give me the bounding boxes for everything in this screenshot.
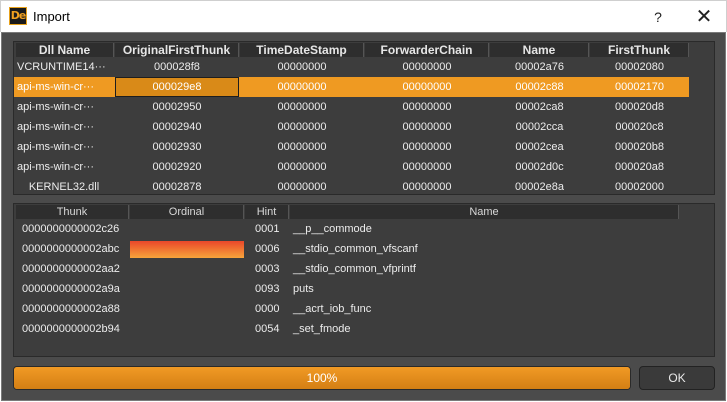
- table-row[interactable]: api-ms-win-cr··· 00002950 00000000 00000…: [14, 97, 689, 117]
- window-title: Import: [33, 9, 70, 24]
- original-first-thunk-cell: 000029e8: [115, 77, 239, 97]
- name-cell: 00002a76: [515, 61, 564, 73]
- time-date-stamp-cell: 00000000: [277, 61, 327, 73]
- forwarder-chain-cell: 00000000: [402, 141, 452, 153]
- original-first-thunk-cell: 00002950: [152, 101, 202, 113]
- function-name-cell: __stdio_common_vfscanf: [293, 243, 418, 255]
- hint-cell: 0054: [255, 323, 280, 335]
- dll-name-cell: api-ms-win-cr···: [17, 101, 94, 113]
- column-header-first-thunk[interactable]: FirstThunk: [590, 43, 689, 57]
- time-date-stamp-cell: 00000000: [277, 101, 327, 113]
- table-row[interactable]: KERNEL32.dll 00002878 00000000 00000000 …: [14, 177, 689, 194]
- function-import-table[interactable]: Thunk Ordinal Hint Name 0000000000002c26…: [13, 203, 715, 357]
- original-first-thunk-cell: 00002920: [152, 161, 202, 173]
- dll-import-table[interactable]: Dll Name OriginalFirstThunk TimeDateStam…: [13, 41, 715, 195]
- first-thunk-cell: 00002080: [615, 61, 664, 73]
- column-header-thunk[interactable]: Thunk: [16, 205, 129, 219]
- name-cell: 00002cea: [515, 141, 564, 153]
- ok-button[interactable]: OK: [639, 366, 715, 390]
- hint-cell: 0006: [255, 243, 280, 255]
- column-header-name[interactable]: Name: [490, 43, 589, 57]
- time-date-stamp-cell: 00000000: [277, 121, 327, 133]
- hint-cell: 0093: [255, 283, 280, 295]
- name-cell: 00002ca8: [515, 101, 564, 113]
- table-row[interactable]: 0000000000002a9a 0093 puts: [14, 279, 704, 299]
- forwarder-chain-cell: 00000000: [402, 121, 452, 133]
- first-thunk-cell: 000020c8: [615, 121, 664, 133]
- function-name-cell: __p__commode: [293, 223, 372, 235]
- hint-cell: 0000: [255, 303, 280, 315]
- table-row[interactable]: 0000000000002b94 0054 _set_fmode: [14, 319, 704, 339]
- first-thunk-cell: 000020b8: [615, 141, 664, 153]
- import-progress-bar: 100%: [13, 366, 631, 390]
- dll-name-cell: api-ms-win-cr···: [17, 81, 94, 93]
- column-header-original-first-thunk[interactable]: OriginalFirstThunk: [115, 43, 239, 57]
- table-row[interactable]: api-ms-win-cr··· 00002930 00000000 00000…: [14, 137, 689, 157]
- time-date-stamp-cell: 00000000: [277, 141, 327, 153]
- forwarder-chain-cell: 00000000: [402, 101, 452, 113]
- column-header-forwarder-chain[interactable]: ForwarderChain: [365, 43, 489, 57]
- column-header-dll-name[interactable]: Dll Name: [16, 43, 114, 57]
- column-header-time-date-stamp[interactable]: TimeDateStamp: [240, 43, 364, 57]
- table-row[interactable]: api-ms-win-cr··· 00002920 00000000 00000…: [14, 157, 689, 177]
- name-cell: 00002cca: [515, 121, 564, 133]
- time-date-stamp-cell: 00000000: [277, 181, 327, 193]
- function-name-cell: __stdio_common_vfprintf: [293, 263, 416, 275]
- time-date-stamp-cell: 00000000: [277, 81, 327, 93]
- dll-name-cell: api-ms-win-cr···: [17, 161, 94, 173]
- ordinal-highlight-bar: [130, 241, 244, 258]
- thunk-cell: 0000000000002aa2: [22, 263, 120, 275]
- original-first-thunk-cell: 000028f8: [154, 61, 200, 73]
- thunk-cell: 0000000000002abc: [22, 243, 120, 255]
- name-cell: 00002e8a: [515, 181, 564, 193]
- function-name-cell: _set_fmode: [293, 323, 351, 335]
- table-row[interactable]: 0000000000002c26 0001 __p__commode: [14, 219, 704, 239]
- first-thunk-cell: 00002170: [615, 81, 664, 93]
- close-button[interactable]: ✕: [691, 5, 717, 29]
- forwarder-chain-cell: 00000000: [402, 61, 452, 73]
- function-name-cell: __acrt_iob_func: [293, 303, 372, 315]
- forwarder-chain-cell: 00000000: [402, 181, 452, 193]
- dll-name-cell: api-ms-win-cr···: [17, 121, 94, 133]
- table-row[interactable]: VCRUNTIME14··· 000028f8 00000000 0000000…: [14, 57, 689, 77]
- table-row[interactable]: 0000000000002a88 0000 __acrt_iob_func: [14, 299, 704, 319]
- progress-label: 100%: [306, 371, 338, 385]
- forwarder-chain-cell: 00000000: [402, 161, 452, 173]
- help-button[interactable]: ?: [646, 5, 670, 29]
- dll-name-cell: KERNEL32.dll: [28, 181, 100, 193]
- thunk-cell: 0000000000002c26: [22, 223, 120, 235]
- first-thunk-cell: 000020a8: [615, 161, 664, 173]
- dialog-body: Dll Name OriginalFirstThunk TimeDateStam…: [1, 32, 726, 401]
- app-icon: De: [9, 7, 27, 25]
- function-name-cell: puts: [293, 283, 314, 295]
- dll-name-cell: api-ms-win-cr···: [17, 141, 94, 153]
- column-header-ordinal[interactable]: Ordinal: [130, 205, 244, 219]
- first-thunk-cell: 00002000: [615, 181, 664, 193]
- table-row[interactable]: api-ms-win-cr··· 00002940 00000000 00000…: [14, 117, 689, 137]
- column-header-function-name[interactable]: Name: [290, 205, 679, 219]
- thunk-cell: 0000000000002a88: [22, 303, 120, 315]
- name-cell: 00002c88: [515, 81, 564, 93]
- table-row[interactable]: 0000000000002abc 0006 __stdio_common_vfs…: [14, 239, 704, 259]
- table-row[interactable]: 0000000000002aa2 0003 __stdio_common_vfp…: [14, 259, 704, 279]
- title-bar: De Import ? ✕: [0, 0, 727, 32]
- original-first-thunk-cell: 00002878: [152, 181, 202, 193]
- hint-cell: 0003: [255, 263, 280, 275]
- dll-name-cell: VCRUNTIME14···: [17, 61, 106, 73]
- thunk-cell: 0000000000002a9a: [22, 283, 120, 295]
- first-thunk-cell: 000020d8: [615, 101, 664, 113]
- table-row-selected[interactable]: api-ms-win-cr··· 000029e8 00000000 00000…: [14, 77, 689, 97]
- column-header-hint[interactable]: Hint: [245, 205, 289, 219]
- time-date-stamp-cell: 00000000: [277, 161, 327, 173]
- hint-cell: 0001: [255, 223, 280, 235]
- name-cell: 00002d0c: [515, 161, 564, 173]
- forwarder-chain-cell: 00000000: [402, 81, 452, 93]
- original-first-thunk-cell: 00002940: [152, 121, 202, 133]
- original-first-thunk-cell: 00002930: [152, 141, 202, 153]
- thunk-cell: 0000000000002b94: [22, 323, 120, 335]
